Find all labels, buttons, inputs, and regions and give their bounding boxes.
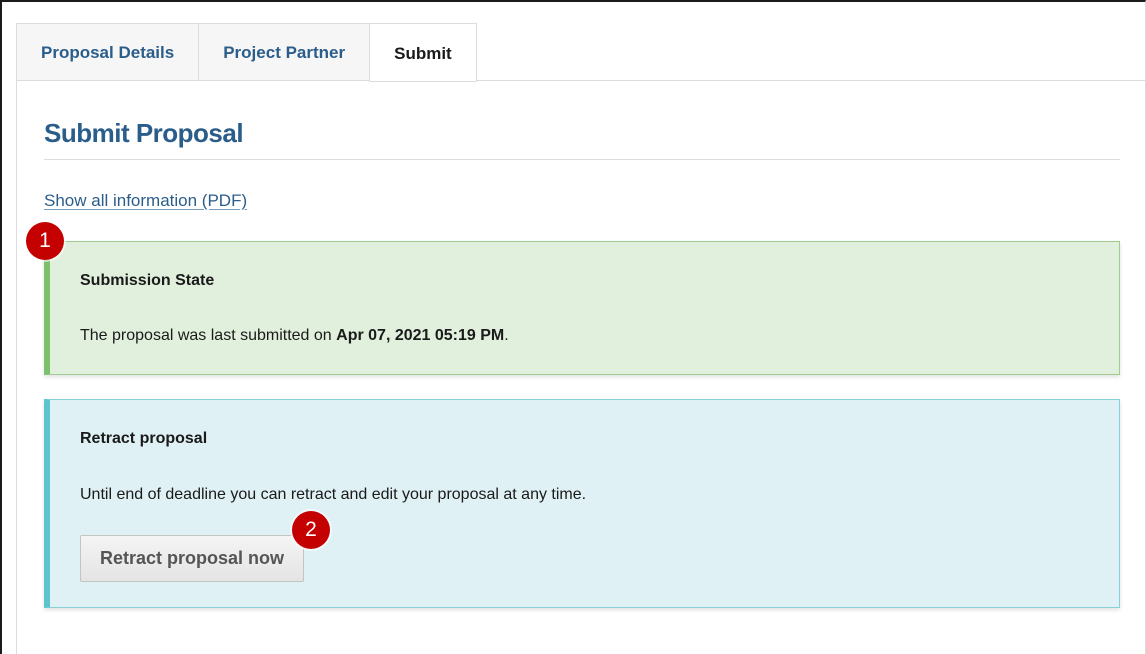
submission-date: Apr 07, 2021 05:19 PM [336,327,505,344]
tab-bar: Proposal Details Project Partner Submit [16,23,477,82]
submission-state-text-prefix: The proposal was last submitted on [80,327,337,344]
tab-submit[interactable]: Submit [369,23,477,82]
content-border [16,80,17,654]
tab-project-partner[interactable]: Project Partner [198,23,370,81]
retract-proposal-now-button[interactable]: Retract proposal now [80,535,304,582]
submission-state-panel: Submission State The proposal was last s… [44,241,1120,375]
title-divider [44,159,1120,160]
step-marker-2: 2 [292,511,330,549]
submission-state-heading: Submission State [80,272,215,289]
retract-proposal-panel: Retract proposal Until end of deadline y… [44,399,1120,608]
submission-state-text-suffix: . [504,327,509,344]
page-title: Submit Proposal [44,118,244,148]
retract-proposal-text: Until end of deadline you can retract an… [80,486,587,503]
step-marker-1: 1 [26,222,64,260]
show-all-information-pdf-link[interactable]: Show all information (PDF) [44,191,247,211]
tab-divider [16,80,1146,81]
submission-state-text: The proposal was last submitted on Apr 0… [80,327,509,345]
tab-proposal-details[interactable]: Proposal Details [16,23,199,81]
retract-proposal-heading: Retract proposal [80,430,208,447]
